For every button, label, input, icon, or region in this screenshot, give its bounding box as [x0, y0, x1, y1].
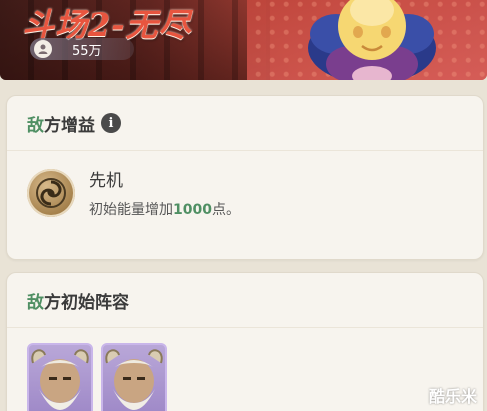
section-title: 敌方增益 — [27, 115, 95, 136]
flower-mascot-icon — [308, 0, 436, 80]
character-card[interactable] — [27, 343, 93, 411]
header-banner: 斗场2-无尽 55万 — [0, 0, 487, 80]
bearded-elder-portrait-icon — [31, 349, 89, 410]
buff-item: 先机 初始能量增加1000点。 — [27, 166, 240, 219]
reward-value: 55万 — [72, 43, 102, 59]
gear-swirl-icon — [27, 168, 75, 217]
bearded-elder-portrait-icon — [105, 349, 163, 410]
reward-badge: 55万 — [30, 38, 134, 60]
character-card[interactable] — [101, 343, 167, 411]
buff-description: 初始能量增加1000点。 — [89, 202, 240, 218]
character-lineup — [27, 343, 167, 411]
info-icon[interactable]: i — [101, 113, 121, 133]
card-header: 敌方增益 i — [7, 96, 483, 151]
enemy-lineup-card: 敌方初始阵容 — [6, 272, 484, 411]
watermark: 酷乐米 — [428, 387, 477, 406]
section-title: 敌方初始阵容 — [27, 292, 129, 313]
card-header: 敌方初始阵容 — [7, 273, 483, 328]
enemy-buffs-card: 敌方增益 i 先机 初始能量增加1000点。 — [6, 95, 484, 260]
buff-name: 先机 — [89, 171, 123, 191]
player-icon — [34, 40, 52, 58]
